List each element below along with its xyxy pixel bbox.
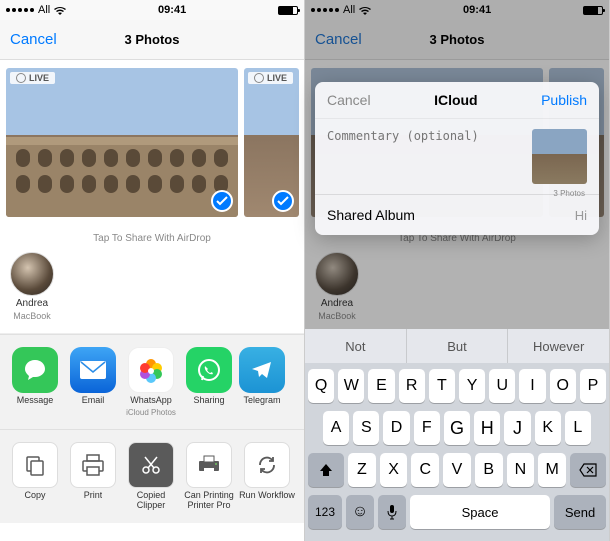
key-y[interactable]: Y: [459, 369, 485, 403]
selected-photo[interactable]: LIVE: [6, 68, 238, 217]
space-key[interactable]: Space: [410, 495, 550, 529]
icloud-publish-screen: All 09:41 Cancel 3 Photos Tap To Share W…: [305, 0, 610, 541]
key-v[interactable]: V: [443, 453, 471, 487]
suggestion[interactable]: But: [407, 329, 509, 363]
key-n[interactable]: N: [507, 453, 535, 487]
key-f[interactable]: F: [414, 411, 440, 445]
status-bar: All 09:41: [305, 0, 609, 20]
clock: 09:41: [158, 4, 186, 16]
send-key[interactable]: Send: [554, 495, 606, 529]
share-apps-row[interactable]: Message Email WhatsApp iCloud Photos Sha…: [0, 334, 304, 429]
key-t[interactable]: T: [429, 369, 455, 403]
suggestion[interactable]: However: [508, 329, 609, 363]
check-icon[interactable]: [211, 190, 233, 212]
share-app-telegram[interactable]: Telegram: [238, 347, 286, 417]
live-badge: LIVE: [10, 72, 55, 84]
status-bar: All 09:41: [0, 0, 304, 20]
shift-key[interactable]: [308, 453, 344, 487]
key-p[interactable]: P: [580, 369, 606, 403]
live-badge: LIVE: [248, 72, 293, 84]
emoji-key[interactable]: ☺: [346, 495, 374, 529]
airdrop-contact[interactable]: Andrea MacBook: [10, 252, 54, 321]
copy-icon: [12, 442, 58, 488]
key-l[interactable]: L: [565, 411, 591, 445]
airdrop-hint: Tap To Share With AirDrop: [10, 233, 294, 244]
airdrop-section: Tap To Share With AirDrop Andrea MacBook: [0, 225, 304, 334]
key-u[interactable]: U: [489, 369, 515, 403]
nav-bar: Cancel 3 Photos: [305, 20, 609, 60]
share-actions-row[interactable]: Copy Print Copied Clipper Can Printing P…: [0, 429, 304, 523]
next-photo[interactable]: LIVE: [244, 68, 299, 217]
icloud-modal: Cancel ICloud Publish 3 Photos Shared Al…: [315, 82, 599, 235]
key-m[interactable]: M: [538, 453, 566, 487]
sync-icon: [244, 442, 290, 488]
share-app-message[interactable]: Message: [6, 347, 64, 417]
key-e[interactable]: E: [368, 369, 394, 403]
keyboard: Not But However Q W E R T Y U I O P A S …: [305, 329, 609, 541]
key-a[interactable]: A: [323, 411, 349, 445]
key-d[interactable]: D: [383, 411, 409, 445]
action-copy[interactable]: Copy: [6, 442, 64, 511]
action-printer-pro[interactable]: Can Printing Printer Pro: [180, 442, 238, 511]
battery-icon: [278, 6, 298, 15]
photo-strip[interactable]: LIVE LIVE: [0, 60, 304, 225]
shared-album-value: Hi: [575, 208, 587, 223]
check-icon[interactable]: [272, 190, 294, 212]
scissors-icon: [128, 442, 174, 488]
key-k[interactable]: K: [535, 411, 561, 445]
shared-album-row[interactable]: Shared Album Hi: [315, 195, 599, 235]
key-o[interactable]: O: [550, 369, 576, 403]
modal-thumbnail[interactable]: 3 Photos: [532, 129, 587, 184]
share-app-email[interactable]: Email: [64, 347, 122, 417]
nav-bar: Cancel 3 Photos: [0, 20, 304, 60]
share-sheet-screen: All 09:41 Cancel 3 Photos LIVE: [0, 0, 305, 541]
share-app-icloud-photos[interactable]: WhatsApp iCloud Photos: [122, 347, 180, 417]
key-i[interactable]: I: [519, 369, 545, 403]
mic-key[interactable]: [378, 495, 406, 529]
key-j[interactable]: J: [504, 411, 530, 445]
action-workflow[interactable]: Run Workflow: [238, 442, 296, 511]
key-g[interactable]: G: [444, 411, 470, 445]
commentary-input[interactable]: [327, 129, 522, 184]
key-b[interactable]: B: [475, 453, 503, 487]
share-app-whatsapp[interactable]: Sharing: [180, 347, 238, 417]
suggestion-bar: Not But However: [305, 329, 609, 363]
shared-album-label: Shared Album: [327, 207, 415, 223]
key-w[interactable]: W: [338, 369, 364, 403]
key-r[interactable]: R: [399, 369, 425, 403]
numbers-key[interactable]: 123: [308, 495, 342, 529]
key-h[interactable]: H: [474, 411, 500, 445]
avatar: [10, 252, 54, 296]
key-s[interactable]: S: [353, 411, 379, 445]
key-z[interactable]: Z: [348, 453, 376, 487]
key-c[interactable]: C: [411, 453, 439, 487]
carrier-label: All: [38, 4, 50, 16]
action-clipper[interactable]: Copied Clipper: [122, 442, 180, 511]
backspace-key[interactable]: [570, 453, 606, 487]
key-q[interactable]: Q: [308, 369, 334, 403]
modal-publish-button[interactable]: Publish: [541, 92, 587, 108]
print-icon: [70, 442, 116, 488]
cancel-button[interactable]: Cancel: [10, 31, 57, 48]
printer-pro-icon: [186, 442, 232, 488]
modal-title: ICloud: [434, 92, 478, 108]
suggestion[interactable]: Not: [305, 329, 407, 363]
modal-cancel-button[interactable]: Cancel: [327, 92, 371, 108]
action-print[interactable]: Print: [64, 442, 122, 511]
key-x[interactable]: X: [380, 453, 408, 487]
